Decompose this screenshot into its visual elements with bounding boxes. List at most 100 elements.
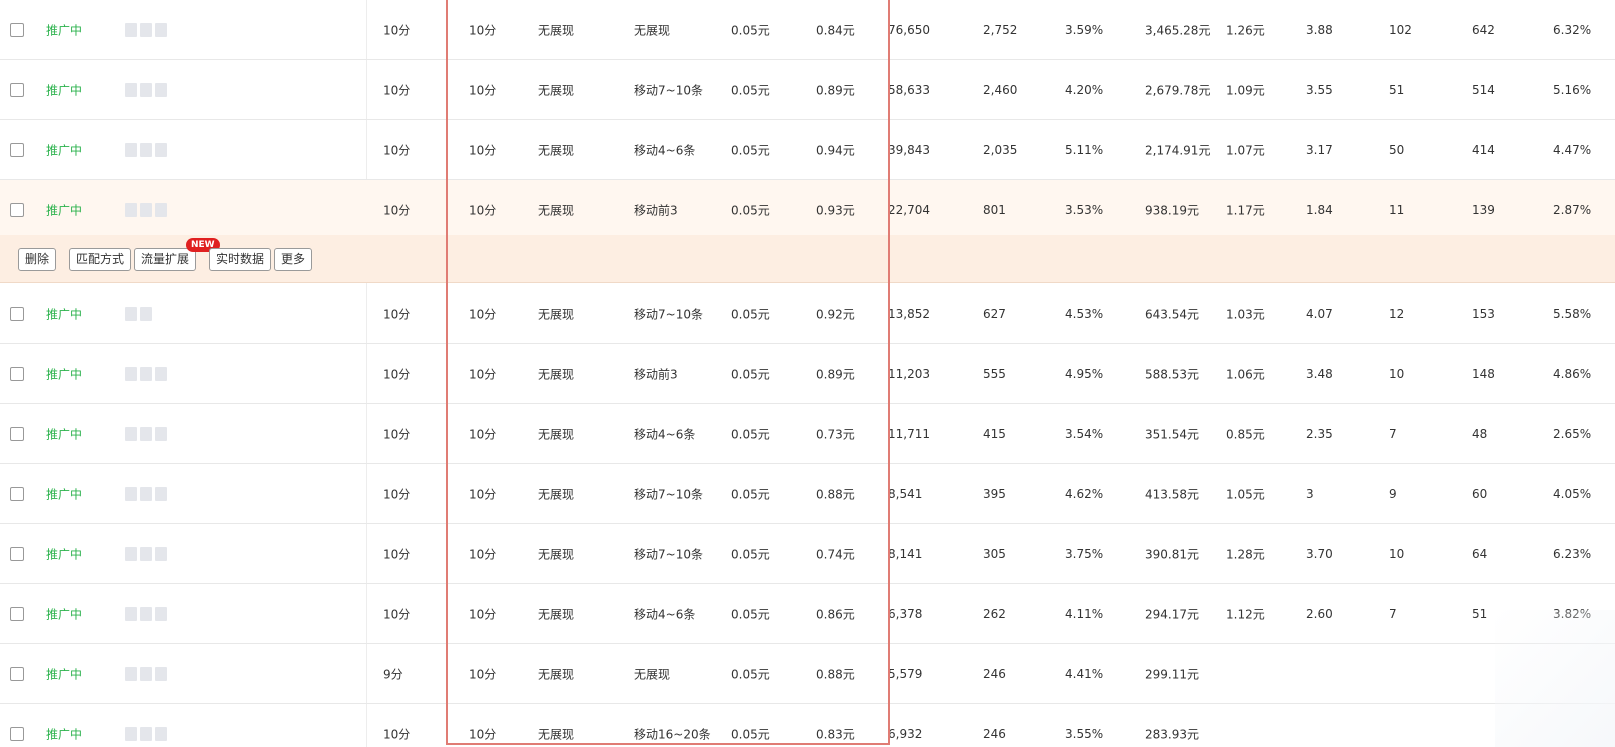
min-bid: 0.05元	[731, 307, 770, 321]
mobile-rank: 移动4~6条	[634, 143, 696, 157]
metric-c: 139	[1472, 202, 1495, 217]
table-row[interactable]: 推广中 10分 10分 无展现 移动7~10条 0.05元 0.74元 8,141 305 3.7…	[0, 524, 1615, 584]
pc-rank: 无展现	[538, 83, 575, 97]
row-checkbox[interactable]	[10, 606, 24, 621]
quality-score: 10分	[383, 727, 411, 741]
row-checkbox[interactable]	[10, 666, 24, 681]
metric-d: 4.05%	[1553, 486, 1592, 501]
table-row[interactable]: 推广中 10分 10分 无展现 移动4~6条 0.05元 0.73元 11,711 415 3.5…	[0, 404, 1615, 464]
impressions: 5,579	[888, 666, 923, 681]
cost: 588.53元	[1145, 367, 1199, 381]
impressions: 8,541	[888, 486, 923, 501]
row-checkbox[interactable]	[10, 486, 24, 501]
ctr: 5.11%	[1065, 142, 1104, 157]
mobile-rank: 无展现	[634, 23, 671, 37]
quality-score: 10分	[383, 367, 411, 381]
status-text: 推广中	[46, 307, 83, 321]
metric-d: 4.86%	[1553, 366, 1592, 381]
cost: 643.54元	[1145, 307, 1199, 321]
metric-b: 7	[1389, 606, 1397, 621]
status-text: 推广中	[46, 143, 83, 157]
metric-d: 6.32%	[1553, 22, 1592, 37]
table-row[interactable]: 推广中 10分 10分 无展现 无展现 0.05元 0.84元 76,650 2,752 3.59…	[0, 0, 1615, 60]
table-row[interactable]: 推广中 10分 10分 无展现 移动7~10条 0.05元 0.92元 13,852 627 4.…	[0, 284, 1615, 344]
mobile-rank: 移动16~20条	[634, 727, 711, 741]
status-text: 推广中	[46, 667, 83, 681]
table-row[interactable]: 推广中 10分 10分 无展现 移动前3 0.05元 0.93元 22,704 801 3.53%…	[0, 180, 1615, 240]
pc-rank: 无展现	[538, 727, 575, 741]
metric-b: 10	[1389, 546, 1405, 561]
pc-rank: 无展现	[538, 203, 575, 217]
match-type-button[interactable]: 匹配方式	[69, 248, 132, 271]
table-row[interactable]: 推广中 10分 10分 无展现 移动7~10条 0.05元 0.88元 8,541 395 4.6…	[0, 464, 1615, 524]
quality-score: 10分	[383, 83, 411, 97]
cpc: 1.05元	[1226, 487, 1265, 501]
keyword-redacted	[125, 22, 167, 37]
impressions: 39,843	[888, 142, 930, 157]
impressions: 13,852	[888, 306, 930, 321]
cost: 938.19元	[1145, 203, 1199, 217]
metric-b: 11	[1389, 202, 1405, 217]
clicks: 415	[983, 426, 1006, 441]
row-checkbox[interactable]	[10, 82, 24, 97]
table-row[interactable]: 推广中 10分 10分 无展现 移动4~6条 0.05元 0.86元 6,378 262 4.11…	[0, 584, 1615, 644]
cpc: 0.85元	[1226, 427, 1265, 441]
min-bid: 0.05元	[731, 607, 770, 621]
quality-score: 10分	[383, 427, 411, 441]
cost: 390.81元	[1145, 547, 1199, 561]
row-checkbox[interactable]	[10, 202, 24, 217]
row-checkbox[interactable]	[10, 306, 24, 321]
table-row[interactable]: 推广中 10分 10分 无展现 移动7~10条 0.05元 0.89元 58,633 2,460…	[0, 60, 1615, 120]
min-bid: 0.05元	[731, 667, 770, 681]
mobile-rank: 无展现	[634, 667, 671, 681]
impressions: 11,711	[888, 426, 930, 441]
keyword-redacted	[125, 486, 167, 501]
ctr: 3.53%	[1065, 202, 1104, 217]
metric-d: 2.87%	[1553, 202, 1592, 217]
table-row[interactable]: 推广中 10分 10分 无展现 移动4~6条 0.05元 0.94元 39,843 2,035 5…	[0, 120, 1615, 180]
row-checkbox[interactable]	[10, 726, 24, 741]
metric-c: 514	[1472, 82, 1495, 97]
bid-price: 0.83元	[816, 727, 855, 741]
more-button[interactable]: 更多	[274, 248, 313, 271]
quality-score: 9分	[383, 667, 403, 681]
metric-a: 4.07	[1306, 306, 1333, 321]
bid-price: 0.89元	[816, 367, 855, 381]
metric-a: 3	[1306, 486, 1314, 501]
mobile-rank: 移动前3	[634, 203, 678, 217]
row-checkbox[interactable]	[10, 546, 24, 561]
min-bid: 0.05元	[731, 427, 770, 441]
pc-rank: 无展现	[538, 607, 575, 621]
clicks: 2,752	[983, 22, 1018, 37]
cost: 351.54元	[1145, 427, 1199, 441]
table-row[interactable]: 推广中 9分 10分 无展现 无展现 0.05元 0.88元 5,579 246 4.41% 299…	[0, 644, 1615, 704]
impressions: 11,203	[888, 366, 930, 381]
status-text: 推广中	[46, 83, 83, 97]
ctr: 4.20%	[1065, 82, 1104, 97]
pc-rank: 无展现	[538, 23, 575, 37]
cpc: 1.28元	[1226, 547, 1265, 561]
row-checkbox[interactable]	[10, 142, 24, 157]
traffic-expand-button[interactable]: 流量扩展	[134, 248, 197, 271]
quality-score: 10分	[383, 607, 411, 621]
cpc: 1.09元	[1226, 83, 1265, 97]
clicks: 246	[983, 726, 1006, 741]
cpc: 1.26元	[1226, 23, 1265, 37]
table-row[interactable]: 推广中 10分 10分 无展现 移动16~20条 0.05元 0.83元 6,932 246 3.…	[0, 704, 1615, 747]
cpc: 1.03元	[1226, 307, 1265, 321]
row-checkbox[interactable]	[10, 366, 24, 381]
ctr: 4.11%	[1065, 606, 1104, 621]
metric-a: 2.60	[1306, 606, 1333, 621]
row-checkbox[interactable]	[10, 426, 24, 441]
impressions: 58,633	[888, 82, 930, 97]
row-checkbox[interactable]	[10, 22, 24, 37]
pc-rank: 无展现	[538, 143, 575, 157]
metric-a: 1.84	[1306, 202, 1333, 217]
table-row[interactable]: 推广中 10分 10分 无展现 移动前3 0.05元 0.89元 11,203 555 4.95%…	[0, 344, 1615, 404]
delete-button[interactable]: 删除	[18, 248, 57, 271]
row-action-bar: 删除 匹配方式 流量扩展 NEW 实时数据 更多	[0, 235, 1615, 283]
realtime-data-button[interactable]: 实时数据	[209, 248, 272, 271]
ctr: 3.54%	[1065, 426, 1104, 441]
mobile-rank: 移动7~10条	[634, 83, 703, 97]
metric-a: 2.35	[1306, 426, 1333, 441]
